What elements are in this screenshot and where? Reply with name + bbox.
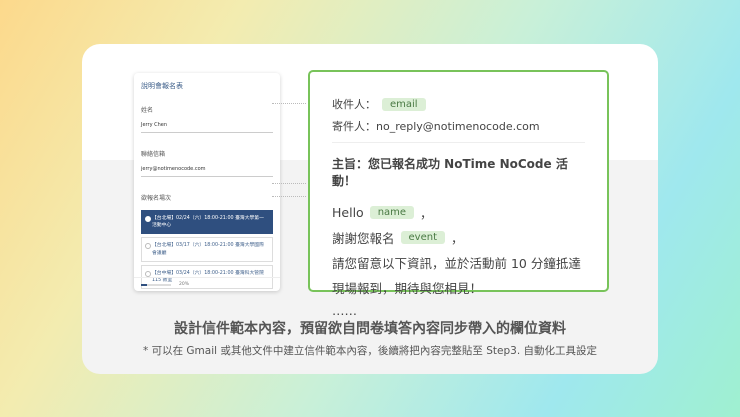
body-line: 請您留意以下資訊，並於活動前 10 分鐘抵達 xyxy=(332,256,581,271)
connector-arrow xyxy=(272,196,306,197)
caption-note: * 可以在 Gmail 或其他文件中建立信件範本內容，後續將把內容完整貼至 St… xyxy=(143,345,597,357)
session-option[interactable]: 【台北場】02/24（六）18:00-21:00 臺灣大學第一活動中心 xyxy=(141,210,273,235)
name-label: 姓名 xyxy=(141,107,154,114)
progress-label: 20% xyxy=(179,282,190,287)
connector-arrow xyxy=(272,183,306,184)
name-field[interactable]: Jerry Chen xyxy=(141,122,273,133)
from-label: 寄件人： xyxy=(332,120,376,133)
session-option[interactable]: 【台北場】03/17（六）18:00-21:00 臺灣大學國際會議廳 xyxy=(141,237,273,262)
email-tag: email xyxy=(382,97,426,111)
session-label: 欲報名場次 xyxy=(141,195,172,202)
card: 說明會報名表 姓名 Jerry Chen 聯絡信箱 jerry@notimeno… xyxy=(82,44,658,374)
event-tag: event xyxy=(400,231,445,244)
email-template: 收件人： email 寄件人： no_reply@notimenocode.com … xyxy=(308,70,609,318)
from-value: no_reply@notimenocode.com xyxy=(376,119,540,133)
comma: ， xyxy=(420,206,433,221)
caption-title: 設計信件範本內容，預留欲自問卷填答內容同步帶入的欄位資料 xyxy=(174,321,566,337)
progress-fill xyxy=(141,283,147,286)
email-field[interactable]: jerry@notimenocode.com xyxy=(141,166,273,177)
hello-text: Hello xyxy=(332,205,364,220)
email-label: 聯絡信箱 xyxy=(141,151,166,158)
name-tag: name xyxy=(369,206,415,219)
body-line: 現場報到，期待與您相見！ xyxy=(332,281,483,296)
connector-arrow xyxy=(272,103,306,104)
progress-bar xyxy=(141,283,171,286)
ellipsis: …… xyxy=(332,303,357,318)
form-title: 說明會報名表 xyxy=(141,82,183,90)
registration-form: 說明會報名表 姓名 Jerry Chen 聯絡信箱 jerry@notimeno… xyxy=(134,73,280,291)
to-label: 收件人： xyxy=(332,98,376,111)
comma: ， xyxy=(451,231,464,246)
subject: 主旨：您已報名成功 NoTime NoCode 活動！ xyxy=(332,157,568,188)
divider xyxy=(332,142,585,143)
progress: 20% xyxy=(134,277,280,291)
thanks-text: 謝謝您報名 xyxy=(332,231,395,246)
